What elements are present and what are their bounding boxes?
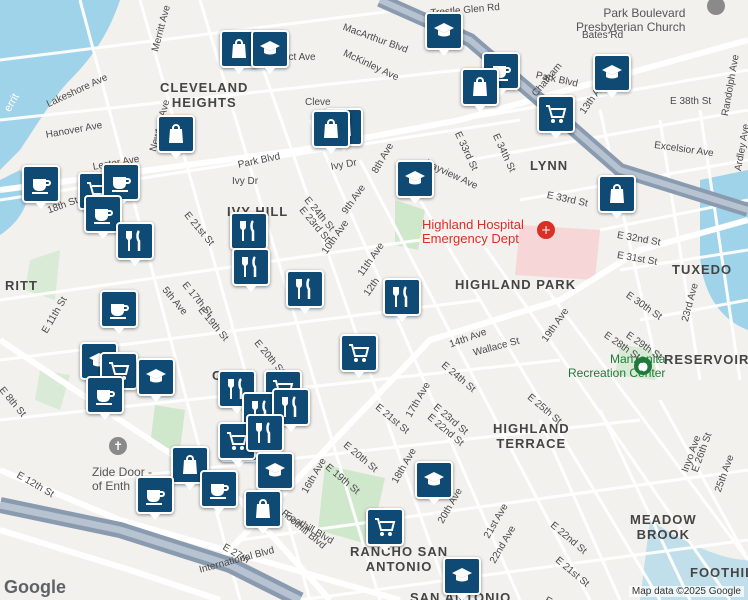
map-marker-school[interactable] bbox=[443, 557, 481, 600]
map-marker-school[interactable] bbox=[137, 358, 175, 402]
map-marker-shopping-cart[interactable] bbox=[340, 334, 378, 378]
map-marker-restaurant[interactable] bbox=[286, 270, 324, 314]
map-marker-shopping-cart[interactable] bbox=[537, 95, 575, 139]
map-marker-school[interactable] bbox=[396, 160, 434, 204]
area-label: RITT bbox=[5, 278, 38, 293]
map-marker-shopping-bag[interactable] bbox=[157, 115, 195, 159]
restaurant-icon bbox=[237, 219, 261, 243]
school-icon bbox=[432, 19, 456, 43]
area-label: LYNN bbox=[530, 158, 569, 173]
map-marker-school[interactable] bbox=[251, 30, 289, 74]
school-icon bbox=[144, 365, 168, 389]
restaurant-icon bbox=[123, 229, 147, 253]
svg-text:✝: ✝ bbox=[113, 439, 123, 453]
church-pin bbox=[707, 0, 725, 15]
coffee-icon bbox=[29, 172, 53, 196]
map-attribution[interactable]: Map data ©2025 Google bbox=[628, 586, 744, 597]
school-icon bbox=[450, 564, 474, 588]
school-icon bbox=[600, 61, 624, 85]
map-marker-coffee[interactable] bbox=[200, 470, 238, 514]
hospital-grounds bbox=[515, 225, 600, 280]
coffee-icon bbox=[143, 483, 167, 507]
shopping-bag-icon bbox=[227, 37, 251, 61]
map-marker-school[interactable] bbox=[256, 452, 294, 496]
map-marker-shopping-bag[interactable] bbox=[312, 110, 350, 154]
map-marker-shopping-cart[interactable] bbox=[366, 508, 404, 552]
map-marker-restaurant[interactable] bbox=[230, 212, 268, 256]
shopping-bag-icon bbox=[164, 122, 188, 146]
restaurant-icon bbox=[239, 255, 263, 279]
coffee-icon bbox=[207, 477, 231, 501]
area-label: HIGHLAND PARK bbox=[455, 277, 577, 292]
shopping-bag-icon bbox=[319, 117, 343, 141]
map-marker-shopping-bag[interactable] bbox=[244, 490, 282, 534]
map-marker-school[interactable] bbox=[415, 461, 453, 505]
map-marker-restaurant[interactable] bbox=[232, 248, 270, 292]
google-logo: Google bbox=[4, 577, 66, 597]
school-icon bbox=[263, 459, 287, 483]
street-label: E 38th St bbox=[670, 96, 712, 107]
map-marker-coffee[interactable] bbox=[86, 376, 124, 420]
map-marker-restaurant[interactable] bbox=[246, 414, 284, 458]
map-marker-restaurant[interactable] bbox=[116, 222, 154, 266]
area-label: MEADOW BROOK bbox=[630, 512, 697, 542]
school-icon bbox=[258, 37, 282, 61]
coffee-icon bbox=[109, 170, 133, 194]
coffee-icon bbox=[107, 297, 131, 321]
map-marker-shopping-bag[interactable] bbox=[598, 175, 636, 219]
map-marker-coffee[interactable] bbox=[22, 165, 60, 209]
shopping-cart-icon bbox=[544, 102, 568, 126]
area-label: RANCHO SAN ANTONIO bbox=[350, 544, 449, 574]
hospital-label[interactable]: Highland Hospital Emergency Dept bbox=[422, 218, 524, 246]
restaurant-icon bbox=[293, 277, 317, 301]
map-marker-school[interactable] bbox=[593, 54, 631, 98]
street-label: Ivy Dr bbox=[232, 176, 259, 187]
area-label: TUXEDO bbox=[672, 262, 733, 277]
street-label: Cleve bbox=[305, 97, 331, 108]
map-marker-coffee[interactable] bbox=[136, 476, 174, 520]
map-marker-restaurant[interactable] bbox=[383, 278, 421, 322]
shopping-bag-icon bbox=[468, 75, 492, 99]
school-icon bbox=[403, 167, 427, 191]
area-label: FOOTHIL bbox=[690, 565, 748, 580]
svg-text:+: + bbox=[541, 223, 551, 237]
shopping-cart-icon bbox=[373, 515, 397, 539]
map-marker-coffee[interactable] bbox=[100, 290, 138, 334]
shopping-bag-icon bbox=[605, 182, 629, 206]
map-canvas[interactable]: + ● ✝ CLEVELANDHEIGHTS IVY HILL LYNN TUX… bbox=[0, 0, 748, 600]
school-icon bbox=[422, 468, 446, 492]
area-label: CLEVELAND HEIGHTS bbox=[160, 80, 249, 110]
street-label: Bates Rd bbox=[582, 30, 624, 41]
shopping-cart-icon bbox=[347, 341, 371, 365]
area-label: HIGHLAND TERRACE bbox=[493, 421, 570, 451]
shopping-bag-icon bbox=[178, 453, 202, 477]
area-label: RESERVOIR bbox=[664, 352, 748, 367]
map-marker-shopping-bag[interactable] bbox=[461, 68, 499, 112]
restaurant-icon bbox=[390, 285, 414, 309]
shopping-bag-icon bbox=[251, 497, 275, 521]
coffee-icon bbox=[91, 202, 115, 226]
coffee-icon bbox=[93, 383, 117, 407]
map-marker-school[interactable] bbox=[425, 12, 463, 56]
restaurant-icon bbox=[253, 421, 277, 445]
